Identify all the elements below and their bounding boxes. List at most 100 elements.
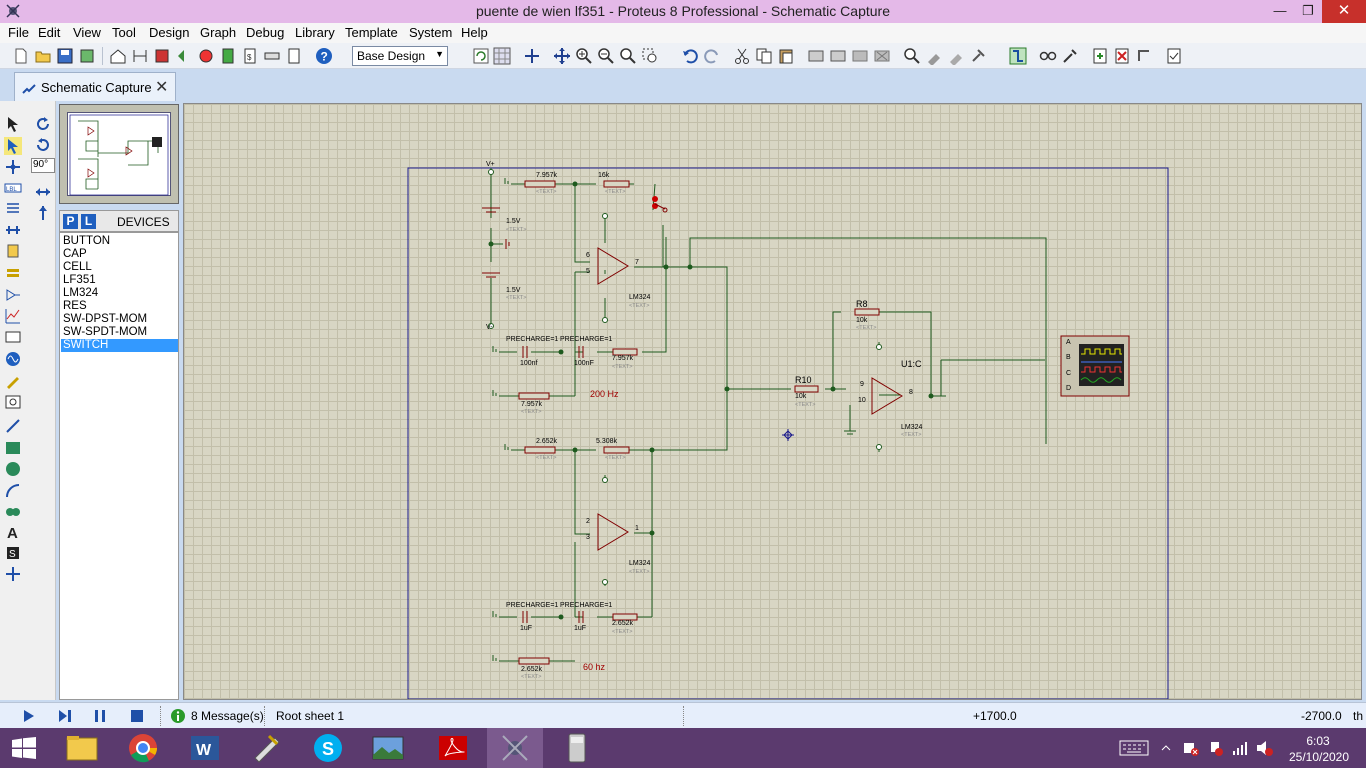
- wire-autorouter-icon[interactable]: [1009, 47, 1027, 65]
- block-rotate-icon[interactable]: [851, 47, 869, 65]
- signal-icon[interactable]: [1231, 739, 1249, 757]
- undo-icon[interactable]: [681, 47, 699, 65]
- calculator-app[interactable]: [549, 728, 605, 768]
- generator-icon[interactable]: [4, 350, 22, 368]
- make-device-icon[interactable]: [925, 47, 943, 65]
- path-tool-icon[interactable]: [4, 503, 22, 521]
- skype-app[interactable]: S: [300, 728, 356, 768]
- menu-edit[interactable]: Edit: [38, 25, 60, 40]
- redo-icon[interactable]: [703, 47, 721, 65]
- exit-to-parent-icon[interactable]: [1135, 47, 1153, 65]
- device-item[interactable]: CELL: [61, 261, 178, 274]
- bill-of-materials-icon[interactable]: [219, 47, 237, 65]
- menu-tool[interactable]: Tool: [112, 25, 136, 40]
- packaging-tool-icon[interactable]: [947, 47, 965, 65]
- rotate-anticlockwise-icon[interactable]: [34, 136, 52, 154]
- chrome-app[interactable]: [115, 728, 171, 768]
- device-item[interactable]: CAP: [61, 248, 178, 261]
- zoom-all-icon[interactable]: [619, 47, 637, 65]
- schematic-canvas[interactable]: 7.957k <TEXT> 16k <TEXT> V+ 1.5V <TEXT> …: [183, 103, 1362, 700]
- close-button[interactable]: ✕: [1322, 0, 1366, 23]
- selection-mode-icon[interactable]: [4, 115, 22, 133]
- symbol-tool-icon[interactable]: S: [4, 544, 22, 562]
- tab-schematic-capture[interactable]: Schematic Capture ✕: [14, 72, 176, 101]
- menu-design[interactable]: Design: [149, 25, 189, 40]
- mirror-vertical-icon[interactable]: [34, 204, 52, 222]
- keyboard-icon[interactable]: [1119, 740, 1149, 756]
- property-assignment-icon[interactable]: [1061, 47, 1079, 65]
- remove-sheet-icon[interactable]: [1113, 47, 1131, 65]
- gerber-viewer-icon[interactable]: [175, 47, 193, 65]
- copy-icon[interactable]: [755, 47, 773, 65]
- search-icon[interactable]: [1039, 47, 1057, 65]
- circle-tool-icon[interactable]: [4, 460, 22, 478]
- volume-muted-icon[interactable]: [1255, 739, 1273, 757]
- block-copy-icon[interactable]: [807, 47, 825, 65]
- decompose-icon[interactable]: [969, 47, 987, 65]
- marker-tool-icon[interactable]: [4, 565, 22, 583]
- help-icon[interactable]: ?: [315, 47, 333, 65]
- proteus-app[interactable]: [487, 728, 543, 768]
- source-code-icon[interactable]: $: [241, 47, 259, 65]
- maximize-button[interactable]: ❐: [1294, 0, 1322, 23]
- start-button-icon[interactable]: [12, 737, 36, 759]
- component-mode-icon[interactable]: [4, 137, 22, 155]
- import-icon[interactable]: [78, 47, 96, 65]
- menu-library[interactable]: Library: [295, 25, 335, 40]
- junction-dot-icon[interactable]: [4, 158, 22, 176]
- play-icon[interactable]: [20, 708, 36, 724]
- device-item[interactable]: BUTTON: [61, 235, 178, 248]
- open-folder-icon[interactable]: [34, 47, 52, 65]
- device-item[interactable]: SW-SPDT-MOM: [61, 326, 178, 339]
- design-selector[interactable]: Base Design ▼: [352, 46, 448, 66]
- netlist-icon[interactable]: [263, 47, 281, 65]
- menu-debug[interactable]: Debug: [246, 25, 284, 40]
- new-sheet-icon[interactable]: [1091, 47, 1109, 65]
- rotation-angle-field[interactable]: 90°: [31, 158, 55, 173]
- photos-app[interactable]: [360, 728, 416, 768]
- block-delete-icon[interactable]: [873, 47, 891, 65]
- device-item[interactable]: LF351: [61, 274, 178, 287]
- step-icon[interactable]: [57, 708, 73, 724]
- voltage-probe-icon[interactable]: [4, 372, 22, 390]
- minimize-button[interactable]: —: [1266, 0, 1294, 23]
- device-pins-icon[interactable]: [4, 286, 22, 304]
- cut-icon[interactable]: [733, 47, 751, 65]
- line-tool-icon[interactable]: [4, 417, 22, 435]
- new-file-icon[interactable]: [12, 47, 30, 65]
- graph-mode-icon[interactable]: [4, 307, 22, 325]
- menu-system[interactable]: System: [409, 25, 452, 40]
- security-alert-icon[interactable]: [1182, 739, 1200, 757]
- pick-device-icon[interactable]: [903, 47, 921, 65]
- device-item-selected[interactable]: SWITCH: [61, 339, 178, 352]
- acrobat-app[interactable]: [425, 728, 481, 768]
- buses-icon[interactable]: [4, 221, 22, 239]
- device-item[interactable]: LM324: [61, 287, 178, 300]
- clock-time[interactable]: 6:03: [1290, 734, 1346, 748]
- pause-icon[interactable]: [92, 708, 108, 724]
- overview-window[interactable]: [59, 104, 179, 204]
- wire-label-icon[interactable]: LBL: [4, 179, 22, 197]
- menu-view[interactable]: View: [73, 25, 101, 40]
- mirror-horizontal-icon[interactable]: [34, 183, 52, 201]
- rotate-clockwise-icon[interactable]: [34, 115, 52, 133]
- clock-date[interactable]: 25/10/2020: [1286, 750, 1352, 764]
- menu-file[interactable]: File: [8, 25, 29, 40]
- device-item[interactable]: RES: [61, 300, 178, 313]
- schematic-icon[interactable]: [131, 47, 149, 65]
- box-tool-icon[interactable]: [4, 439, 22, 457]
- grid-toggle-icon[interactable]: [493, 47, 511, 65]
- pcb-layout-icon[interactable]: [153, 47, 171, 65]
- design-explorer-icon[interactable]: [197, 47, 215, 65]
- save-icon[interactable]: [56, 47, 74, 65]
- text-tool-icon[interactable]: A: [4, 523, 22, 541]
- paste-icon[interactable]: [777, 47, 795, 65]
- refresh-icon[interactable]: [472, 47, 490, 65]
- block-move-icon[interactable]: [829, 47, 847, 65]
- zoom-area-icon[interactable]: [641, 47, 659, 65]
- pan-icon[interactable]: [553, 47, 571, 65]
- electrical-rule-check-icon[interactable]: [1165, 47, 1183, 65]
- tape-recorder-icon[interactable]: [4, 328, 22, 346]
- file-explorer-app[interactable]: [54, 728, 110, 768]
- power-plug-icon[interactable]: [1206, 739, 1224, 757]
